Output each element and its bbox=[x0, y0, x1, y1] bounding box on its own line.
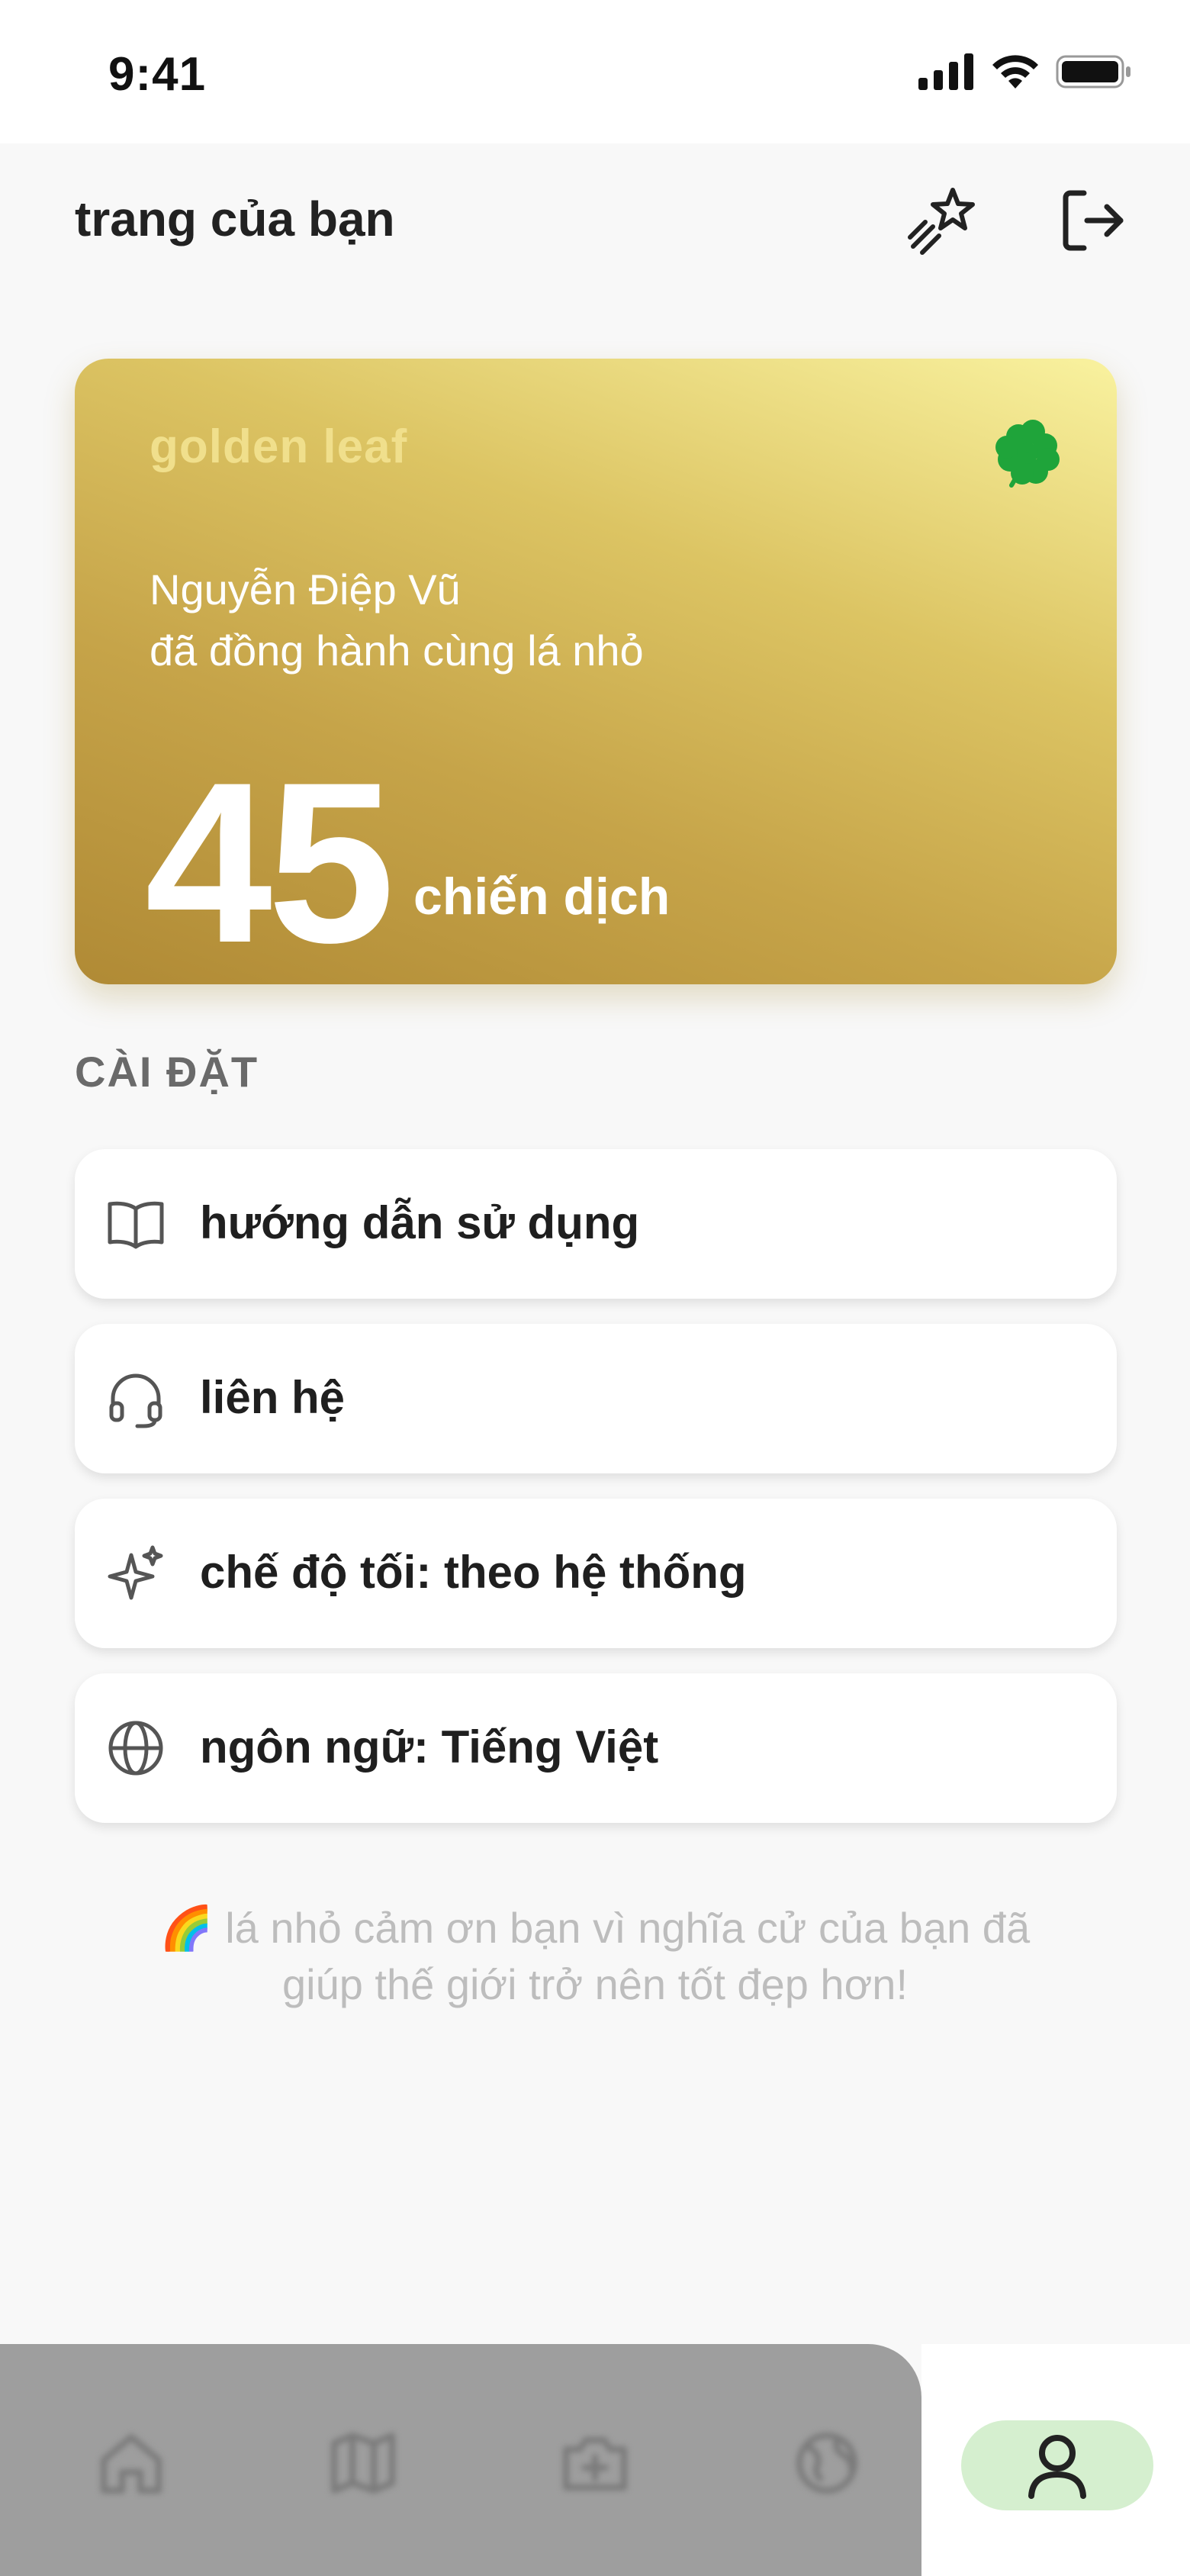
settings-item-guide[interactable]: hướng dẫn sử dụng bbox=[75, 1149, 1117, 1299]
status-time: 9:41 bbox=[108, 48, 207, 101]
globe-earth-icon[interactable] bbox=[790, 2426, 864, 2500]
status-bar: 9:41 bbox=[0, 0, 1190, 143]
card-member-subtitle: đã đồng hành cùng lá nhỏ bbox=[150, 626, 644, 675]
settings-item-dark-mode[interactable]: chế độ tối: theo hệ thống bbox=[75, 1499, 1117, 1648]
book-open-icon bbox=[108, 1201, 164, 1249]
user-icon bbox=[1028, 2435, 1086, 2499]
membership-card: golden leaf Nguyễn Điệp Vũ đã đồng hành … bbox=[75, 359, 1117, 984]
settings-item-label: ngôn ngữ: Tiếng Việt bbox=[200, 1721, 659, 1773]
map-icon[interactable] bbox=[326, 2426, 400, 2500]
logout-button[interactable] bbox=[1050, 179, 1134, 262]
card-brand: golden leaf bbox=[150, 420, 408, 473]
campaign-count: 45 bbox=[145, 734, 395, 984]
wifi-icon bbox=[992, 55, 1038, 89]
settings-section-label: CÀI ĐẶT bbox=[75, 1048, 259, 1096]
nav-profile-button[interactable] bbox=[961, 2420, 1153, 2510]
globe-icon bbox=[108, 1721, 163, 1776]
rainbow-emoji: 🌈 bbox=[159, 1904, 214, 1952]
headphones-icon bbox=[109, 1373, 162, 1428]
home-icon[interactable] bbox=[95, 2426, 168, 2500]
thanks-line-1: lá nhỏ cảm ơn bạn vì nghĩa cử của bạn đã bbox=[225, 1904, 1031, 1952]
battery-icon bbox=[1056, 55, 1130, 89]
logout-icon bbox=[1063, 190, 1124, 251]
camera-plus-icon[interactable] bbox=[558, 2426, 632, 2500]
card-member-name: Nguyễn Điệp Vũ bbox=[150, 565, 461, 613]
status-icons bbox=[918, 53, 1132, 90]
thanks-message: 🌈 lá nhỏ cảm ơn bạn vì nghĩa cử của bạn … bbox=[92, 1900, 1098, 2013]
settings-item-label: hướng dẫn sử dụng bbox=[200, 1197, 640, 1248]
shooting-star-icon bbox=[908, 188, 975, 255]
settings-item-label: liên hệ bbox=[200, 1372, 346, 1423]
settings-item-contact[interactable]: liên hệ bbox=[75, 1324, 1117, 1473]
thanks-line-2: giúp thế giới trở nên tốt đẹp hơn! bbox=[281, 1960, 908, 2008]
four-leaf-clover-icon bbox=[995, 420, 1060, 488]
sparkles-icon bbox=[108, 1545, 163, 1600]
page-title: trang của bạn bbox=[75, 192, 395, 246]
cellular-signal-icon bbox=[918, 53, 973, 90]
campaign-unit: chiến dịch bbox=[413, 868, 671, 926]
settings-item-label: chế độ tối: theo hệ thống bbox=[200, 1547, 747, 1598]
shooting-star-button[interactable] bbox=[900, 179, 984, 262]
settings-item-language[interactable]: ngôn ngữ: Tiếng Việt bbox=[75, 1673, 1117, 1823]
